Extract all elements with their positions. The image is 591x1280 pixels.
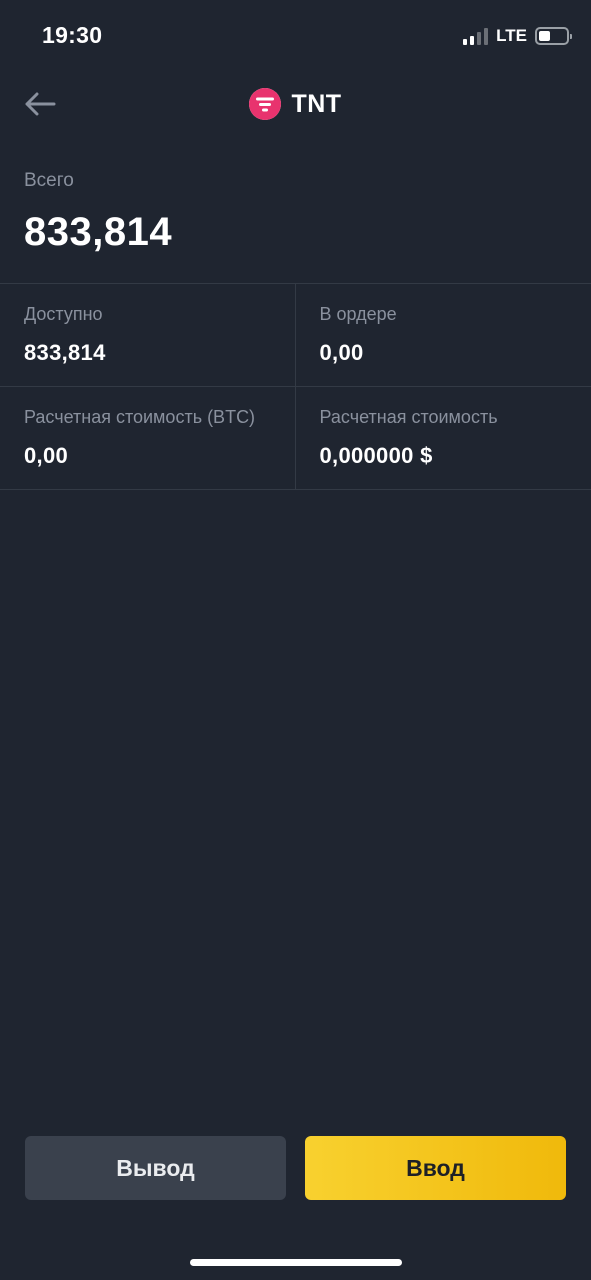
header: TNT [0,72,591,136]
in-order-label: В ордере [319,304,397,324]
asset-detail-screen: 19:30 LTE TNT Всего 833,814 Доступно 833… [0,0,591,1280]
deposit-button[interactable]: Ввод [305,1136,566,1200]
btc-value-label: Расчетная стоимость (BTC) [24,407,256,427]
status-time: 19:30 [42,22,103,48]
balance-grid: Доступно 833,814 В ордере 0,00 Расчетная… [0,284,591,490]
withdraw-button[interactable]: Вывод [25,1136,286,1200]
status-bar: 19:30 LTE [0,0,591,72]
available-label: Доступно [24,304,103,324]
btc-value-cell: Расчетная стоимость (BTC) 0,00 [0,387,296,489]
total-label: Всего [24,170,74,191]
btc-value: 0,00 [24,443,69,468]
coin-symbol: TNT [291,89,342,118]
total-balance-section: Всего 833,814 [0,136,591,284]
status-indicators: LTE [463,26,572,46]
total-value: 833,814 [24,210,173,254]
home-indicator[interactable] [190,1259,402,1266]
in-order-value: 0,00 [319,340,364,365]
battery-icon [535,27,572,45]
available-value: 833,814 [24,340,106,365]
in-order-cell: В ордере 0,00 [296,284,591,386]
usd-value-label: Расчетная стоимость [319,407,498,427]
tnt-coin-logo [249,88,282,120]
cellular-signal-icon [463,27,489,45]
usd-value-cell: Расчетная стоимость 0,000000 $ [296,387,591,489]
available-cell: Доступно 833,814 [0,284,296,386]
action-buttons: Вывод Ввод [25,1136,566,1200]
header-title: TNT [0,88,591,120]
network-type: LTE [496,26,527,45]
usd-value: 0,000000 $ [319,443,433,468]
balance-row: Доступно 833,814 В ордере 0,00 [0,284,591,387]
balance-row: Расчетная стоимость (BTC) 0,00 Расчетная… [0,387,591,490]
